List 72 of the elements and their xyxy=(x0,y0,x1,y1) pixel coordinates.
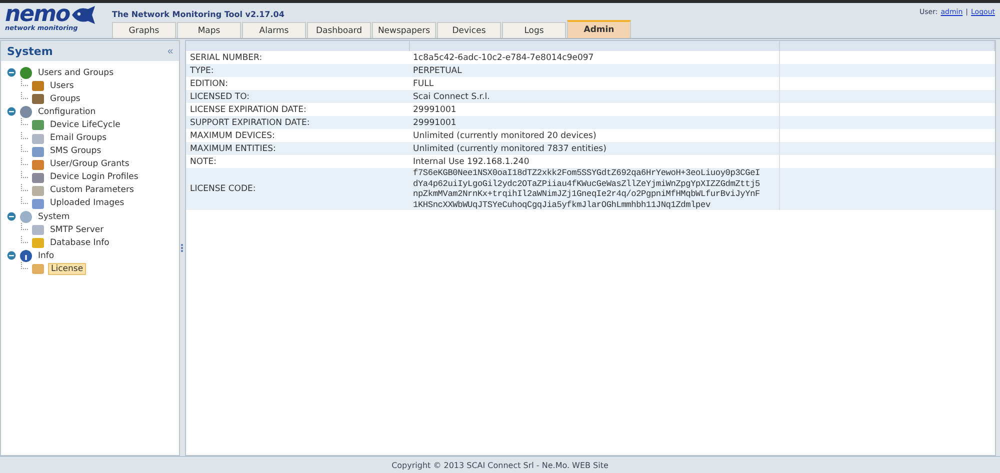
license-code-line: dYa4p62uiIyLgoGil2ydc2OTaZPiiau4fKWucGeWasZllZeYjmiWnZpgYpXIZZGdmZttj5 xyxy=(413,178,761,189)
field-value: FULL xyxy=(413,78,435,88)
nav-tab[interactable]: Graphs xyxy=(112,22,176,38)
tree-item[interactable]: Database Info xyxy=(48,238,112,248)
tree-item[interactable]: SMTP Server xyxy=(48,224,106,235)
field-label: SUPPORT EXPIRATION DATE: xyxy=(190,118,310,128)
copyright-text: Copyright © 2013 SCAI Connect Srl - Ne.Mo. WEB Site xyxy=(392,460,608,470)
app-title: The Network Monitoring Tool v2.17.04 xyxy=(112,9,286,21)
item-icon xyxy=(31,92,45,106)
collapse-toggle-icon[interactable] xyxy=(7,251,16,260)
nav-tab[interactable]: Devices xyxy=(437,22,501,38)
fish-icon xyxy=(70,5,96,25)
tree-item[interactable]: System xyxy=(36,212,72,222)
tree-item[interactable]: Groups xyxy=(48,94,82,104)
item-icon xyxy=(31,132,45,145)
tree-item[interactable]: License xyxy=(48,262,86,275)
field-label: LICENSE CODE: xyxy=(190,184,256,194)
field-label: LICENSE EXPIRATION DATE: xyxy=(190,104,306,114)
info-icon xyxy=(19,248,33,263)
nav-tab[interactable]: Logs xyxy=(502,22,566,38)
tree-item[interactable]: Device Login Profiles xyxy=(48,172,140,182)
tree-item[interactable]: Email Groups xyxy=(48,133,109,144)
item-icon xyxy=(31,196,45,210)
tree-item[interactable]: Configuration xyxy=(36,106,98,117)
field-label: LICENSED TO: xyxy=(190,92,250,102)
license-code-line: npZkmMVam2NrnKx+trqihIl2aWNimJZj1GneqIe2r4q/o2PgpniMfHMqbWLfurBviJyYnF xyxy=(413,189,761,200)
collapse-toggle-icon[interactable] xyxy=(7,107,16,116)
item-icon xyxy=(31,170,45,184)
field-value: 1c8a5c42-6adc-10c2-e784-7e8014c9e097 xyxy=(413,52,595,62)
item-icon xyxy=(31,118,45,132)
tree-item[interactable]: Users and Groups xyxy=(36,68,116,78)
nav-tab[interactable]: Maps xyxy=(177,22,241,38)
field-value: Unlimited (currently monitored 7837 entities) xyxy=(413,144,608,154)
field-value: Unlimited (currently monitored 20 devices) xyxy=(413,130,598,140)
field-value: 29991001 xyxy=(413,118,458,128)
tree-item[interactable]: Custom Parameters xyxy=(48,185,136,196)
field-label: MAXIMUM ENTITIES: xyxy=(190,144,276,154)
category-icon xyxy=(19,104,33,119)
item-icon xyxy=(31,223,45,236)
tree-item[interactable]: Info xyxy=(36,250,56,261)
tree-item[interactable]: SMS Groups xyxy=(48,146,104,156)
item-icon xyxy=(31,236,45,250)
category-icon xyxy=(19,210,33,224)
nav-tab[interactable]: Admin xyxy=(567,20,631,38)
field-value: 29991001 xyxy=(413,104,458,114)
tree-item[interactable]: User/Group Grants xyxy=(48,159,132,170)
field-label: TYPE: xyxy=(190,66,214,76)
field-value: Scai Connect S.r.l. xyxy=(413,92,491,102)
tree-item[interactable]: Uploaded Images xyxy=(48,198,126,208)
field-value: Internal Use 192.168.1.240 xyxy=(413,156,530,166)
field-value: PERPETUAL xyxy=(413,66,463,76)
nav-tab[interactable]: Newspapers xyxy=(372,22,436,38)
item-icon xyxy=(31,79,45,92)
license-code-line: 1KHSncXXWbWUqJTSYeCuhoqCgqJia5yfkmJlarOGhLmmhbh11JNq1Zdmlpev xyxy=(413,200,712,210)
collapse-toggle-icon[interactable] xyxy=(7,68,16,78)
collapse-toggle-icon[interactable] xyxy=(7,212,16,222)
logo-text: nemo xyxy=(5,5,70,25)
field-label: NOTE: xyxy=(190,156,216,166)
field-label: SERIAL NUMBER: xyxy=(190,52,262,62)
nav-tab[interactable]: Alarms xyxy=(242,22,306,38)
field-label: MAXIMUM DEVICES: xyxy=(190,130,275,140)
item-icon xyxy=(31,262,45,276)
tree-item[interactable]: Device LifeCycle xyxy=(48,120,122,130)
item-icon xyxy=(31,158,45,171)
category-icon xyxy=(19,66,33,80)
tree-item[interactable]: Users xyxy=(48,80,76,91)
sidebar-title: System xyxy=(7,44,53,58)
item-icon xyxy=(31,144,45,158)
nav-tab[interactable]: Dashboard xyxy=(307,22,371,38)
license-code-line: f7S6eKGB0Nee1NSX0oaI18dTZ2xkk2Fom5SSYGdtZ692qa6HrYewoH+3eoLiuoy0p3CGeI xyxy=(413,168,761,178)
field-label: EDITION: xyxy=(190,78,228,88)
item-icon xyxy=(31,184,45,197)
